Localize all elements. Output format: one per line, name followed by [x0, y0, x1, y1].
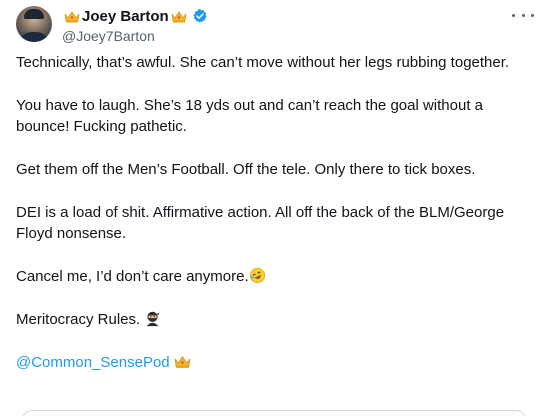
- more-dot: [512, 13, 515, 17]
- more-options-icon[interactable]: [512, 8, 534, 22]
- mention-line: @Common_SensePod: [16, 352, 526, 373]
- tweet-paragraph-with-emoji: Cancel me, I’d don’t care anymore.: [16, 266, 526, 287]
- author-handle[interactable]: @Joey7Barton: [62, 27, 208, 45]
- tweet-paragraph: Cancel me, I’d don’t care anymore.: [16, 268, 249, 285]
- tweet-paragraph: Get them off the Men’s Football. Off the…: [16, 161, 476, 178]
- avatar[interactable]: [16, 6, 52, 42]
- avatar-cap: [24, 9, 44, 19]
- crown-icon: [64, 10, 80, 22]
- tweet: Joey Barton @Joey7Barton Technically, th…: [0, 0, 554, 416]
- tweet-paragraph: DEI is a load of shit. Affirmative actio…: [16, 204, 505, 242]
- tweet-header: Joey Barton @Joey7Barton: [16, 4, 538, 44]
- avatar-shoulders: [18, 32, 50, 42]
- tweet-text: Technically, that’s awful. She can’t mov…: [16, 52, 526, 373]
- ninja-emoji: [146, 311, 160, 327]
- author-info: Joey Barton @Joey7Barton: [62, 6, 208, 45]
- more-dot: [521, 13, 525, 17]
- tweet-paragraph-with-emoji: Meritocracy Rules.: [16, 309, 526, 330]
- more-dot: [531, 13, 534, 17]
- crown-icon: [174, 355, 191, 368]
- tweet-paragraph: You have to laugh. She’s 18 yds out and …: [16, 97, 484, 135]
- display-name[interactable]: Joey Barton: [82, 8, 169, 25]
- tweet-paragraph: Technically, that’s awful. She can’t mov…: [16, 54, 510, 71]
- crown-icon: [171, 10, 187, 22]
- quoted-card-edge[interactable]: [22, 410, 526, 416]
- tweet-paragraph: Meritocracy Rules.: [16, 311, 141, 328]
- display-name-row[interactable]: Joey Barton: [62, 6, 208, 26]
- verified-badge-icon[interactable]: [192, 8, 208, 24]
- rolling-laughing-emoji: [249, 267, 265, 284]
- mention-link[interactable]: @Common_SensePod: [16, 354, 170, 371]
